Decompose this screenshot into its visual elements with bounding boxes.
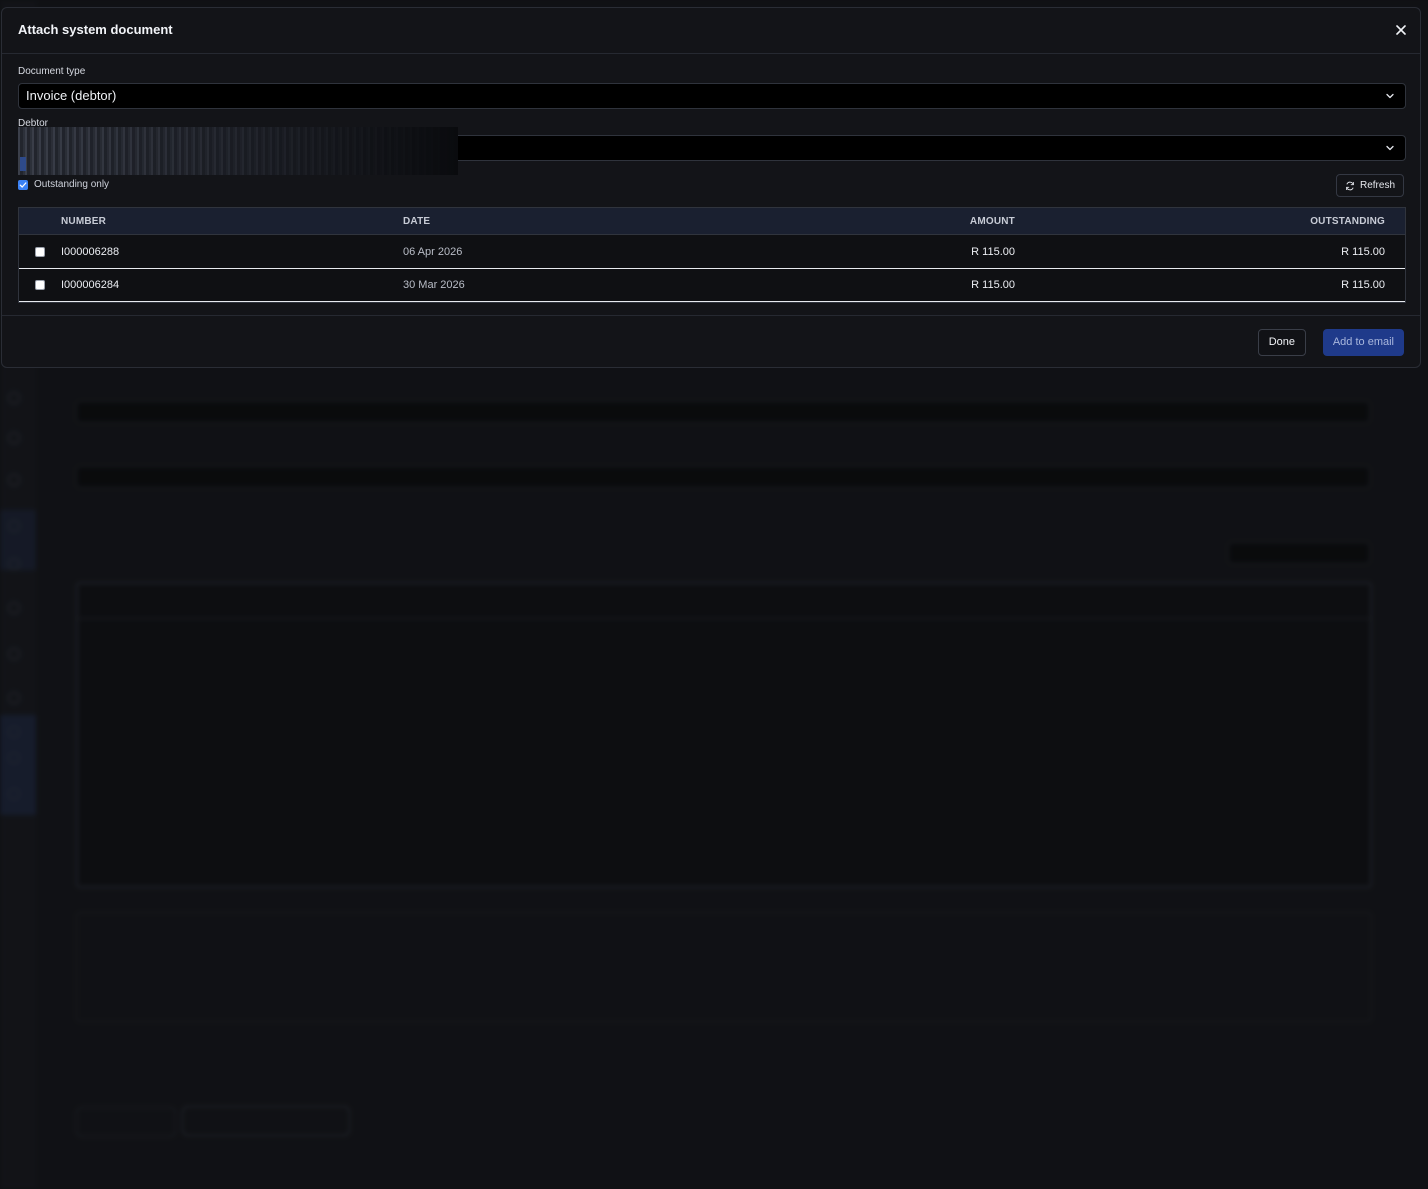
row-number: I000006288 [61,245,120,258]
outstanding-only-checkbox[interactable]: Outstanding only [18,179,109,190]
table-header: NUMBER DATE AMOUNT OUTSTANDING [19,208,1405,235]
background-signature-preview [76,912,1372,1022]
checkbox-checked-icon[interactable] [18,179,28,190]
column-header-amount: AMOUNT [969,215,1015,227]
close-icon [1396,25,1406,35]
column-header-outstanding: OUTSTANDING [1310,215,1385,227]
chevron-down-icon [1386,93,1394,99]
document-type-label: Document type [18,66,86,77]
outstanding-only-label: Outstanding only [34,179,110,190]
column-header-number: NUMBER [61,215,107,227]
row-date: 30 Mar 2026 [403,279,465,291]
row-outstanding: R 115.00 [1341,245,1385,258]
background-upload-button [76,1107,176,1137]
refresh-button[interactable]: Refresh [1335,174,1404,197]
background-subject-input [76,466,1370,488]
background-message-editor [76,582,1372,888]
chevron-down-icon [1386,145,1394,151]
documents-table: NUMBER DATE AMOUNT OUTSTANDING I00000628… [18,207,1406,303]
table-row[interactable]: I000006284 30 Mar 2026 R 115.00 R 115.00 [19,269,1405,302]
close-button[interactable] [1390,19,1412,41]
row-select-checkbox[interactable] [35,280,45,290]
row-outstanding: R 115.00 [1341,279,1385,291]
background-attach-button [182,1106,350,1136]
done-button[interactable]: Done [1257,329,1306,356]
attach-document-modal: Attach system document Document type Inv… [1,7,1421,368]
modal-title: Attach system document [18,22,173,37]
table-row[interactable]: I000006288 06 Apr 2026 R 115.00 R 115.00 [19,235,1405,269]
row-date: 06 Apr 2026 [403,245,463,258]
document-type-value: Invoice (debtor) [26,88,117,103]
refresh-label: Refresh [1359,180,1395,191]
redacted-debtor-name [18,127,458,175]
refresh-icon [1346,181,1354,190]
document-type-select[interactable]: Invoice (debtor) [18,83,1406,109]
background-signature-select [1228,542,1370,564]
row-select-checkbox[interactable] [35,246,45,257]
column-header-date: DATE [403,215,431,227]
background-bcc-input [76,401,1370,423]
row-number: I000006284 [61,279,120,291]
row-amount: R 115.00 [971,245,1015,258]
modal-footer: Done Add to email [2,315,1420,368]
add-to-email-button[interactable]: Add to email [1322,329,1404,356]
modal-header: Attach system document [2,8,1420,54]
row-amount: R 115.00 [971,279,1015,291]
background-editor-toolbar [78,584,1370,619]
